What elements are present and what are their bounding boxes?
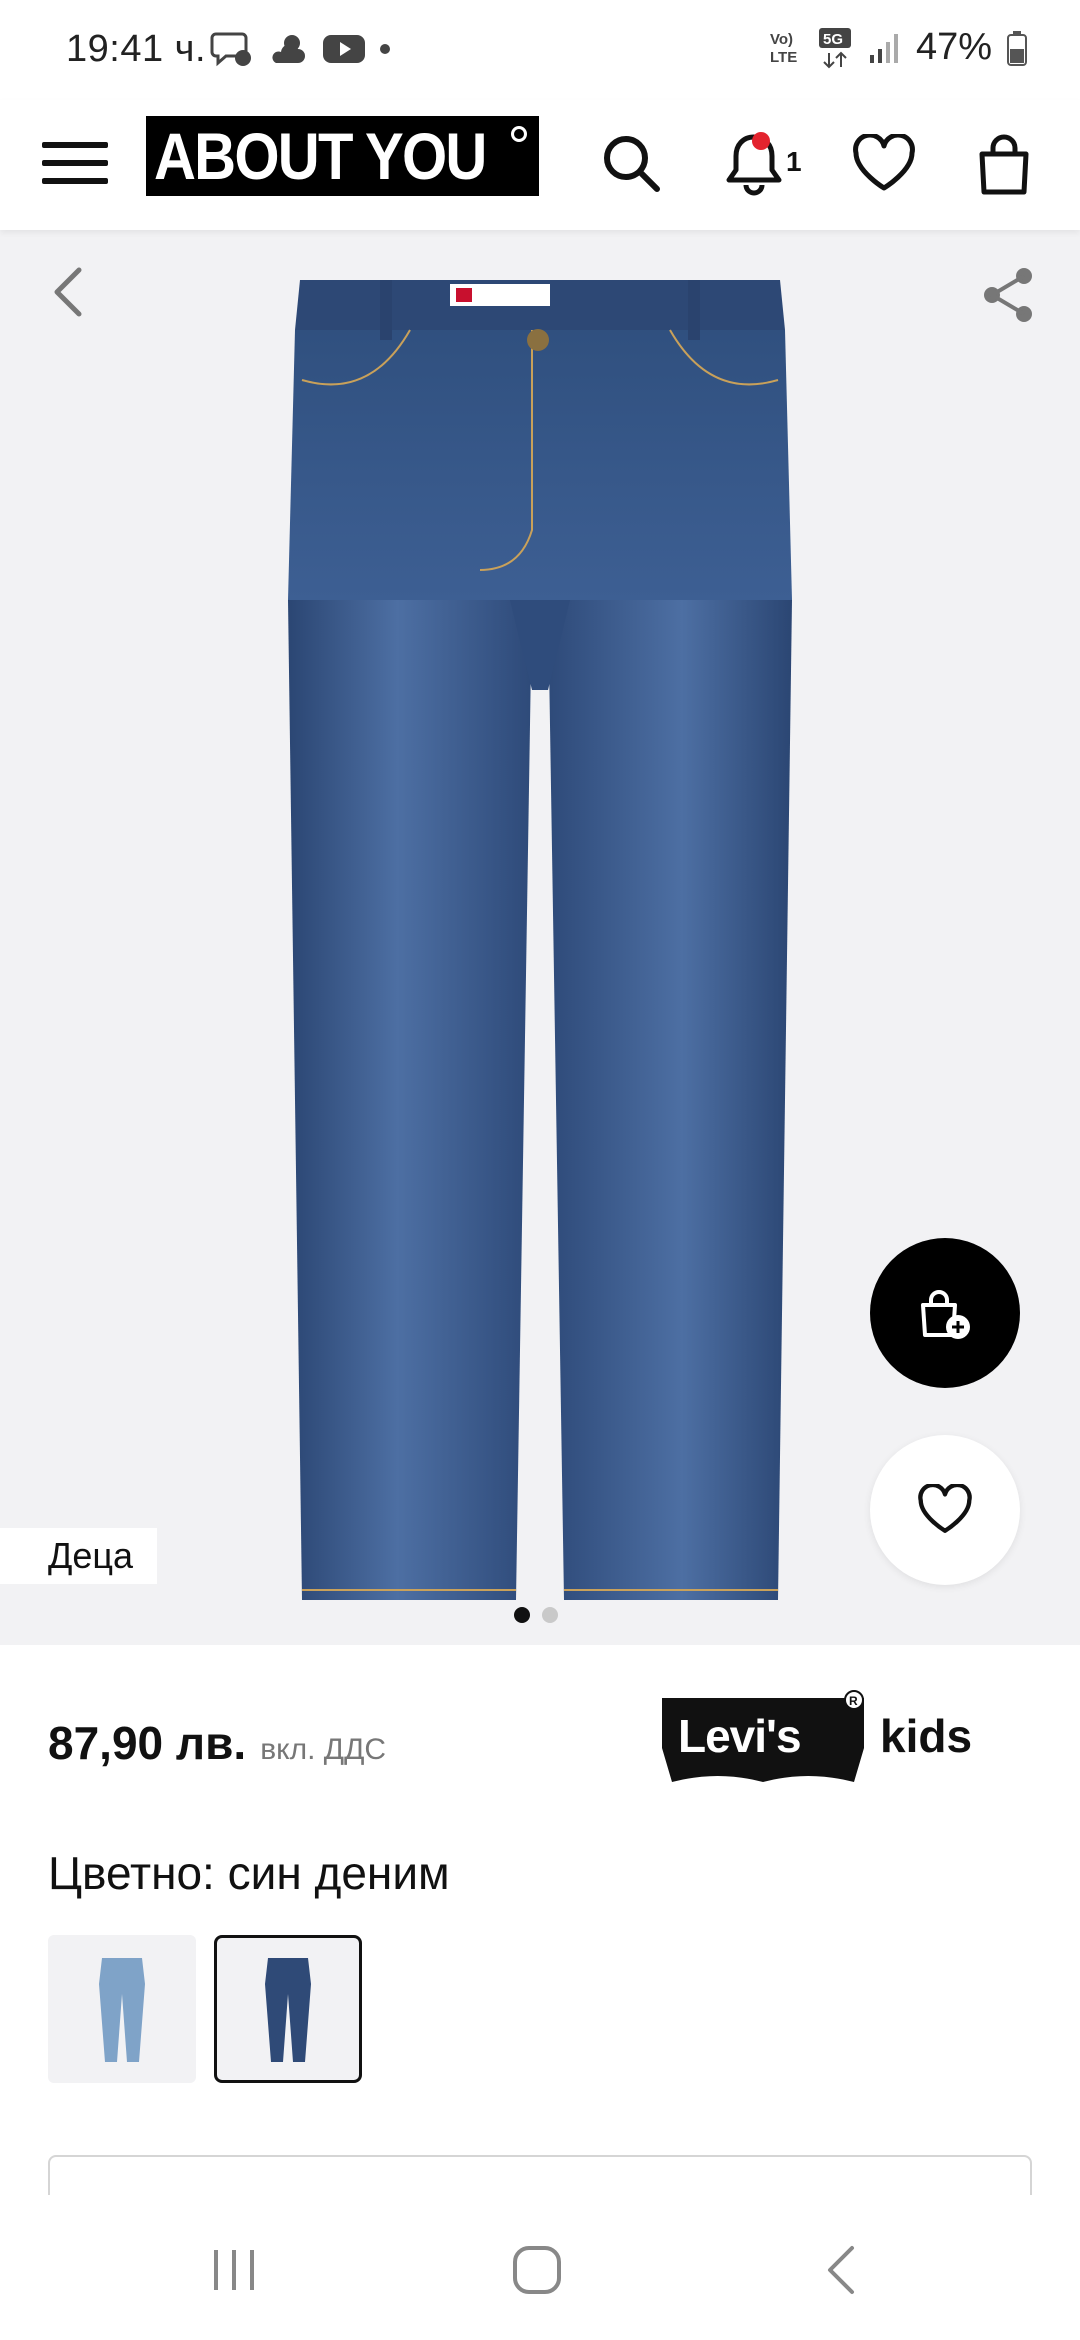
battery-percent: 47%: [915, 26, 992, 68]
color-label: Цветно: син деним: [48, 1847, 450, 1899]
cart-button[interactable]: [964, 124, 1044, 204]
menu-line: [42, 160, 108, 166]
shopping-bag-icon: [979, 134, 1029, 195]
notification-count: 1: [786, 146, 802, 177]
bag-plus-icon: [921, 1290, 970, 1339]
youtube-icon: [323, 35, 365, 63]
recent-apps-button[interactable]: [190, 2225, 280, 2315]
battery-icon: [1007, 30, 1027, 66]
jeans-thumbnail: [265, 1958, 311, 2062]
notification-badge: [752, 132, 770, 150]
system-nav-bar: [0, 2195, 1080, 2340]
chat-icon: [210, 32, 251, 67]
signal-icon: [869, 33, 898, 63]
notifications-button[interactable]: 1: [714, 124, 802, 204]
svg-text:5G: 5G: [823, 31, 843, 48]
color-swatches: [48, 1935, 362, 2083]
brand-logo-levis-kids[interactable]: Levi's R kids: [658, 1690, 1038, 1790]
image-pager: [514, 1607, 558, 1623]
back-icon: [828, 2246, 854, 2294]
category-tag: Деца: [0, 1528, 158, 1584]
5g-icon: 5G: [818, 27, 851, 68]
svg-text:kids: kids: [880, 1710, 972, 1762]
jeans-thumbnail: [99, 1958, 145, 2062]
search-icon: [604, 136, 660, 192]
search-button[interactable]: [592, 124, 672, 204]
heart-icon: [853, 134, 915, 191]
recent-apps-icon: [214, 2250, 254, 2290]
about-you-logo[interactable]: ABOUT YOU: [146, 116, 539, 196]
add-to-wishlist-button[interactable]: [870, 1435, 1020, 1585]
vat-note: вкл. ДДС: [260, 1733, 387, 1766]
add-to-cart-button[interactable]: [870, 1238, 1020, 1388]
logo-degree-mark: [510, 126, 527, 142]
swatch-light-blue-denim[interactable]: [48, 1935, 196, 2083]
svg-text:Vo): Vo): [770, 31, 793, 48]
back-button[interactable]: [38, 262, 98, 322]
svg-text:LTE: LTE: [770, 49, 797, 66]
home-button[interactable]: [492, 2225, 582, 2315]
status-system-icons: Vo) LTE 5G 47%: [768, 26, 1028, 69]
chevron-left-icon: [54, 267, 82, 317]
product-price: 87,90 лв.: [48, 1717, 247, 1769]
status-bar: 19:41 ч. Vo) LTE 5G 47%: [0, 0, 1080, 100]
heart-outline-icon: [918, 1484, 972, 1533]
more-notifications-dot: [380, 44, 390, 54]
home-icon: [513, 2246, 561, 2294]
menu-line: [42, 142, 108, 148]
pager-dot-active[interactable]: [514, 1607, 530, 1623]
product-gallery[interactable]: Деца: [0, 230, 1080, 1645]
pager-dot[interactable]: [542, 1607, 558, 1623]
share-button[interactable]: [976, 262, 1042, 328]
back-nav-button[interactable]: [796, 2225, 886, 2315]
svg-text:R: R: [849, 1694, 858, 1708]
menu-line: [42, 178, 108, 184]
status-notification-icons: [210, 30, 390, 68]
volte-icon: Vo)LTE: [770, 31, 797, 66]
logo-text: ABOUT YOU: [154, 119, 487, 193]
swatch-blue-denim[interactable]: [214, 1935, 362, 2083]
menu-button[interactable]: [42, 130, 108, 196]
weather-icon: [272, 35, 305, 63]
wishlist-button[interactable]: [844, 124, 924, 204]
product-image-jeans: [288, 280, 792, 1600]
price-row: 87,90 лв. вкл. ДДС: [48, 1716, 386, 1770]
share-icon: [984, 268, 1032, 322]
app-header: ABOUT YOU 1: [0, 100, 1080, 230]
status-time: 19:41 ч.: [66, 28, 207, 70]
svg-text:Levi's: Levi's: [678, 1710, 801, 1762]
